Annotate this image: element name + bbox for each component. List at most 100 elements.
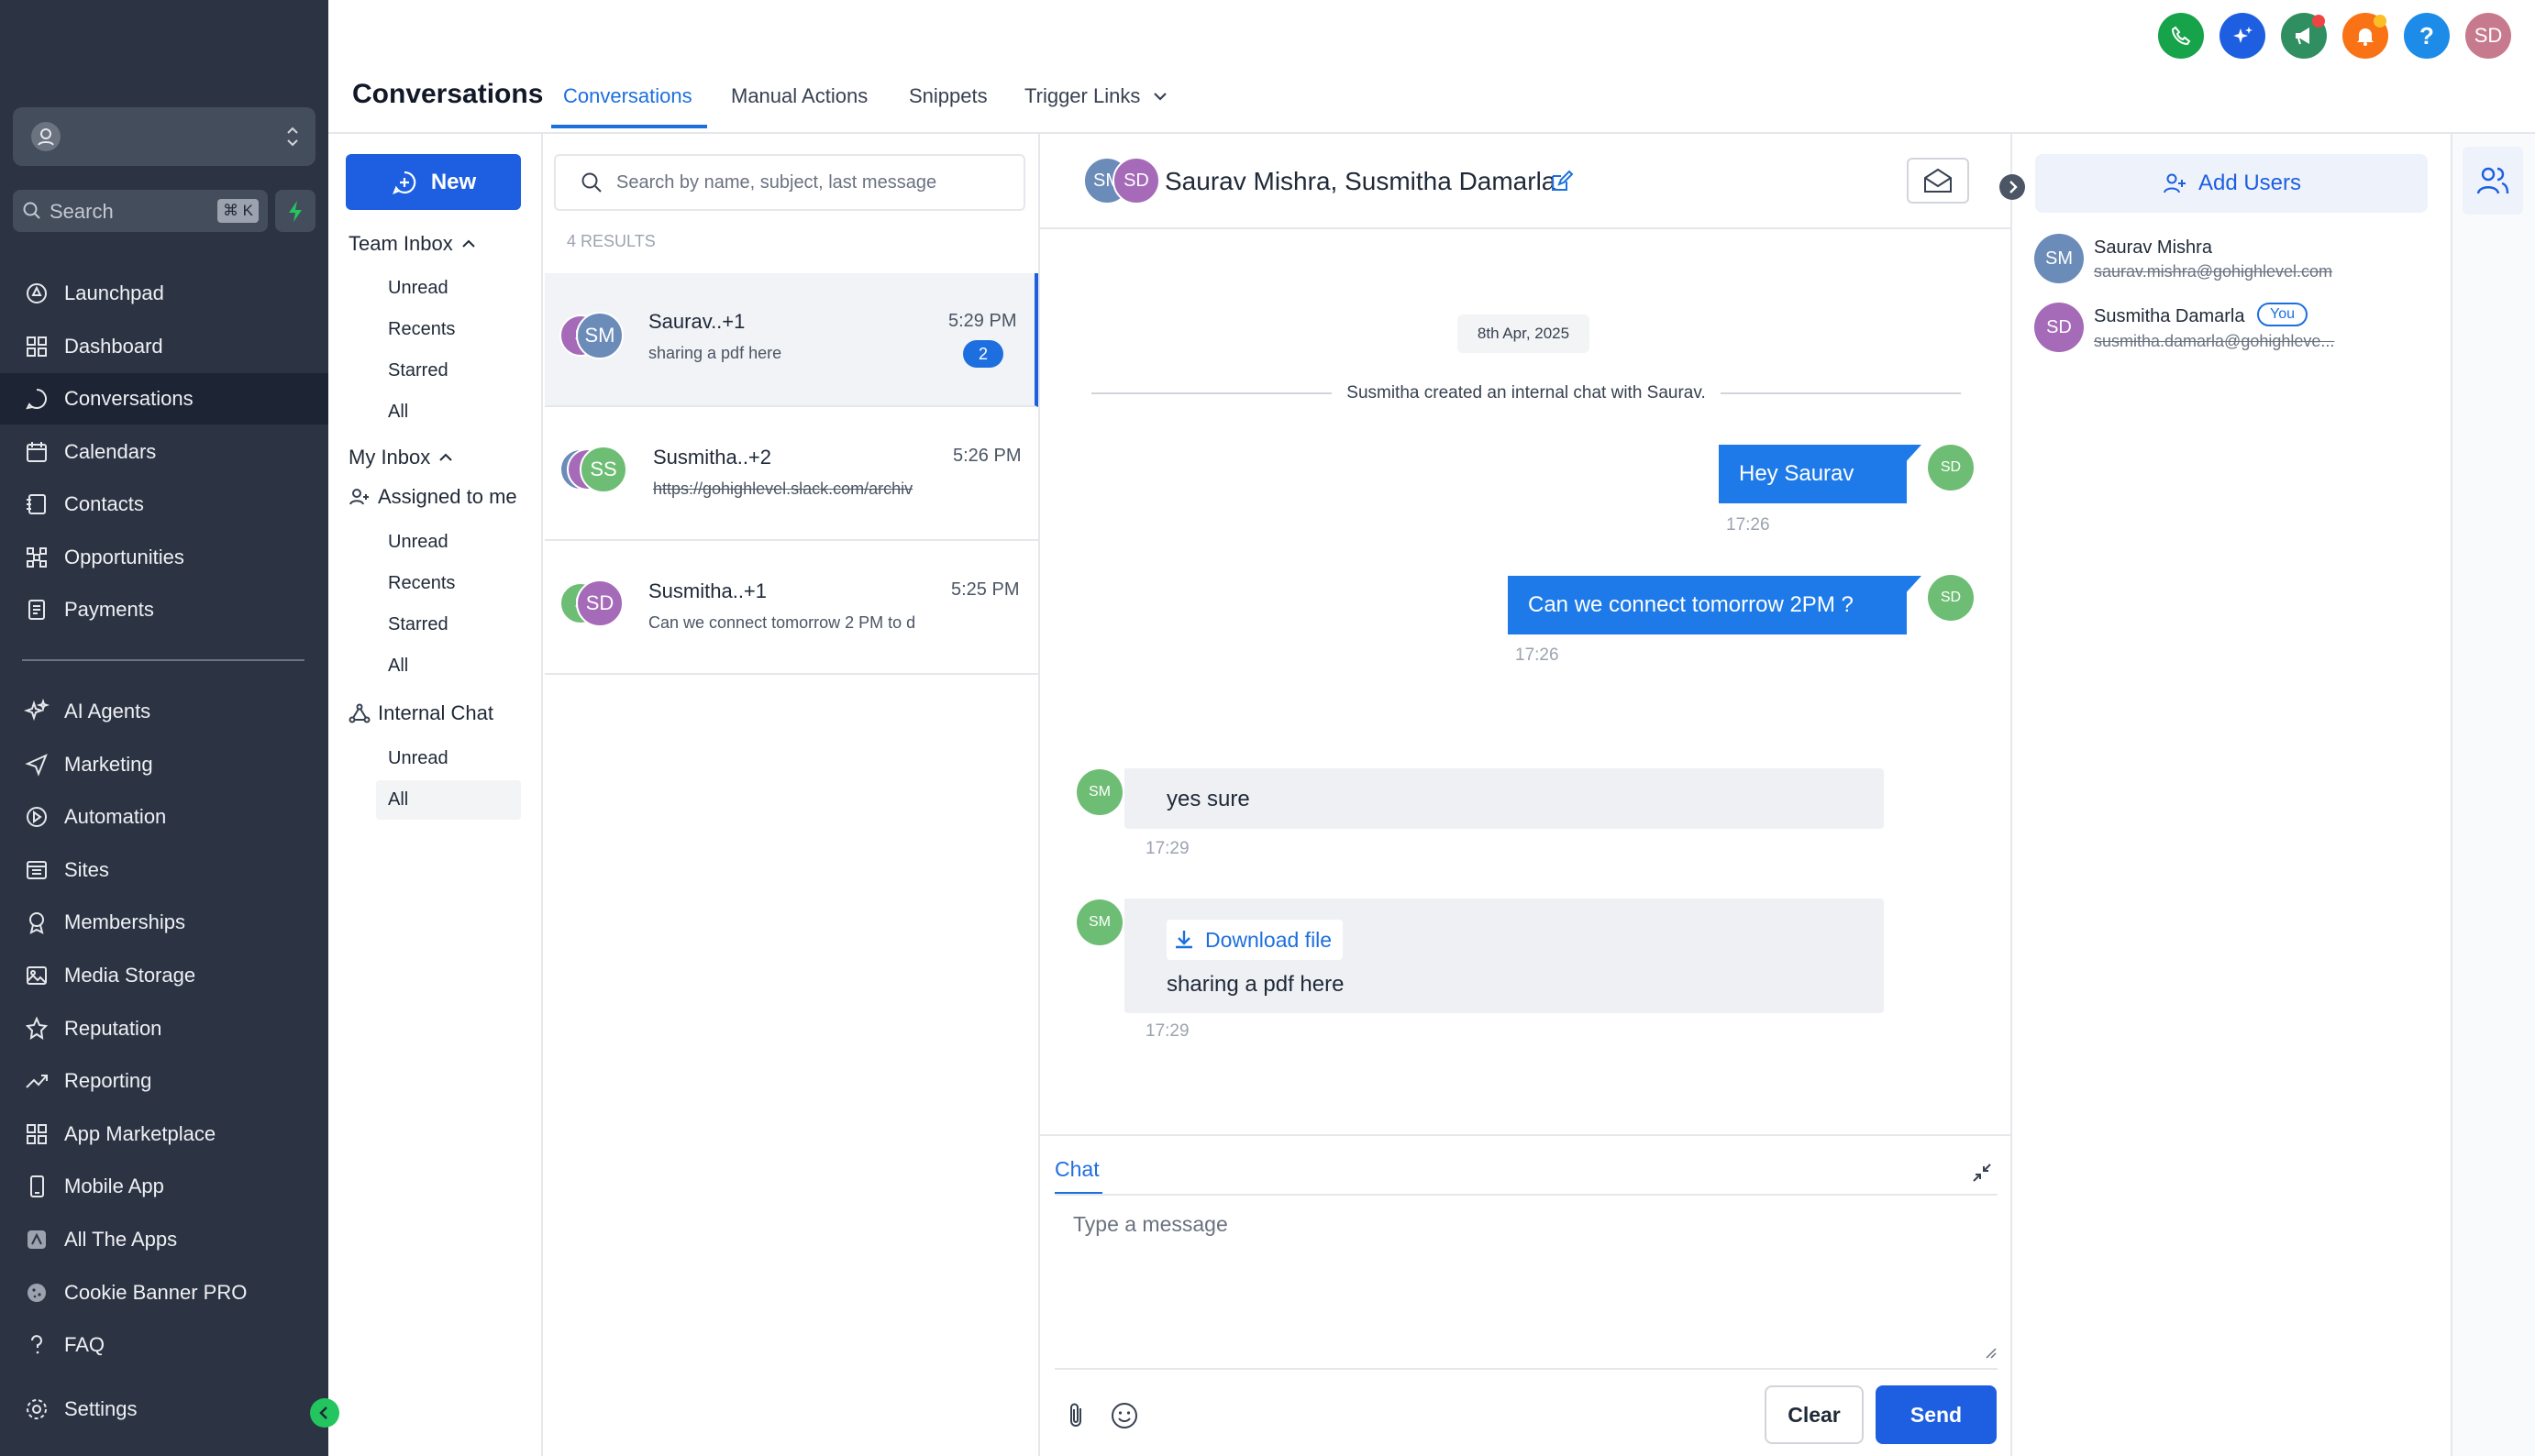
sidebar-item-reporting[interactable]: Reporting	[0, 1055, 328, 1107]
tab-trigger-links[interactable]: Trigger Links	[1024, 84, 1169, 108]
system-message: Susmitha created an internal chat with S…	[1091, 383, 1961, 403]
resize-handle-icon[interactable]	[1984, 1346, 1997, 1359]
team-inbox-starred[interactable]: Starred	[388, 360, 448, 381]
sidebar-item-label: AI Agents	[64, 700, 151, 722]
assigned-label: Assigned to me	[378, 485, 517, 508]
paperclip-icon	[1070, 1403, 1081, 1427]
team-inbox-label: Team Inbox	[349, 232, 453, 255]
phone-button[interactable]	[2158, 13, 2204, 59]
sidebar-item-cookie-banner-pro[interactable]: Cookie Banner PRO	[0, 1267, 328, 1318]
chevron-updown-icon	[284, 124, 301, 149]
sidebar-item-label: Settings	[64, 1397, 138, 1420]
tab-snippets[interactable]: Snippets	[909, 84, 988, 108]
sidebar-item-settings[interactable]: Settings	[0, 1384, 328, 1435]
quick-actions-button[interactable]	[275, 190, 315, 232]
sidebar-item-contacts[interactable]: Contacts	[0, 479, 328, 530]
tab-conversations[interactable]: Conversations	[563, 84, 692, 108]
my-inbox-label: My Inbox	[349, 446, 431, 469]
user-avatar[interactable]: SD	[2465, 13, 2511, 59]
team-inbox-recents[interactable]: Recents	[388, 319, 455, 340]
my-inbox-starred[interactable]: Starred	[388, 614, 448, 635]
rocket-icon	[27, 283, 47, 303]
emoji-icon	[1112, 1403, 1137, 1428]
column-divider	[541, 134, 543, 1456]
chat-plus-icon	[392, 171, 416, 194]
sidebar-item-label: Marketing	[64, 752, 153, 776]
emoji-button[interactable]	[1110, 1401, 1139, 1430]
sidebar-item-faq[interactable]: FAQ	[0, 1319, 328, 1371]
award-icon	[29, 912, 44, 935]
sidebar-item-memberships[interactable]: Memberships	[0, 897, 328, 948]
conversation-time: 5:29 PM	[948, 311, 1017, 331]
my-inbox-toggle[interactable]: My Inbox	[349, 446, 454, 469]
composer-tab-chat[interactable]: Chat	[1055, 1157, 1100, 1182]
sidebar-search[interactable]: Search ⌘ K	[13, 190, 268, 232]
sidebar-item-media-storage[interactable]: Media Storage	[0, 950, 328, 1001]
sidebar-item-sites[interactable]: Sites	[0, 844, 328, 896]
sidebar-item-launchpad[interactable]: Launchpad	[0, 268, 328, 319]
sidebar-item-label: Calendars	[64, 439, 157, 463]
email-transcript-button[interactable]	[1907, 158, 1969, 204]
sidebar-item-conversations[interactable]: Conversations	[0, 373, 328, 425]
my-inbox-all[interactable]: All	[388, 656, 408, 677]
collapse-composer-button[interactable]	[1970, 1161, 1994, 1185]
conversation-item[interactable]: S SM Saurav..+1 sharing a pdf here 5:29 …	[545, 273, 1038, 407]
edit-icon	[1552, 170, 1574, 191]
conversation-item[interactable]: S SD Susmitha..+1 Can we connect tomorro…	[545, 541, 1038, 675]
edit-title-button[interactable]	[1548, 169, 1574, 194]
conversation-item[interactable]: SS Susmitha..+2 https://gohighlevel.slac…	[545, 407, 1038, 541]
sidebar-item-calendars[interactable]: Calendars	[0, 426, 328, 478]
toggle-details-button[interactable]	[1999, 174, 2025, 200]
conversation-search[interactable]: Search by name, subject, last message	[554, 154, 1025, 211]
apps-icon	[27, 1123, 47, 1144]
sidebar-item-mobile-app[interactable]: Mobile App	[0, 1161, 328, 1212]
internal-chat-unread[interactable]: Unread	[388, 748, 448, 769]
sidebar-item-reputation[interactable]: Reputation	[0, 1003, 328, 1054]
header-divider	[328, 132, 2535, 134]
sidebar-item-ai-agents[interactable]: AI Agents	[0, 686, 328, 737]
ai-assist-button[interactable]	[2220, 13, 2265, 59]
new-conversation-button[interactable]: New	[346, 154, 521, 210]
send-button[interactable]: Send	[1876, 1385, 1997, 1444]
team-inbox-toggle[interactable]: Team Inbox	[349, 232, 477, 256]
sidebar-item-dashboard[interactable]: Dashboard	[0, 321, 328, 372]
sidebar-item-automation[interactable]: Automation	[0, 791, 328, 843]
sidebar-collapse-button[interactable]	[310, 1398, 339, 1428]
sidebar-item-label: Dashboard	[64, 334, 163, 358]
participants-tab[interactable]	[2463, 147, 2523, 215]
internal-chat-toggle[interactable]: Internal Chat	[349, 701, 493, 725]
play-icon	[27, 807, 47, 828]
internal-chat-all[interactable]: All	[388, 789, 408, 811]
notifications-button[interactable]	[2342, 13, 2388, 59]
sidebar-item-label: App Marketplace	[64, 1121, 216, 1145]
my-inbox-unread[interactable]: Unread	[388, 532, 448, 553]
sidebar-item-opportunities[interactable]: Opportunities	[0, 532, 328, 583]
sidebar-item-app-marketplace[interactable]: App Marketplace	[0, 1109, 328, 1160]
chevron-up-icon	[439, 453, 452, 461]
bubble-tail	[1903, 576, 1921, 596]
sidebar-item-marketing[interactable]: Marketing	[0, 739, 328, 790]
my-inbox-recents[interactable]: Recents	[388, 573, 455, 594]
sidebar-item-label: Mobile App	[64, 1175, 164, 1198]
tab-manual-actions[interactable]: Manual Actions	[731, 84, 868, 108]
attach-button[interactable]	[1064, 1401, 1090, 1430]
announcements-button[interactable]	[2281, 13, 2327, 59]
message-input[interactable]	[1055, 1197, 1999, 1362]
composer-bottom-rule	[1055, 1368, 1998, 1370]
sidebar-item-all-the-apps[interactable]: All The Apps	[0, 1214, 328, 1265]
sidebar-divider	[22, 659, 304, 661]
composer-divider	[1040, 1134, 2010, 1136]
add-users-button[interactable]: Add Users	[2035, 154, 2428, 213]
conversation-preview: https://gohighlevel.slack.com/archiv	[653, 480, 913, 498]
clear-button[interactable]: Clear	[1765, 1385, 1864, 1444]
download-file-button[interactable]: Download file	[1167, 920, 1343, 960]
location-switcher[interactable]	[13, 107, 315, 166]
phone-icon	[30, 1175, 44, 1198]
help-button[interactable]: ?	[2404, 13, 2450, 59]
team-inbox-all[interactable]: All	[388, 402, 408, 423]
sidebar-item-payments[interactable]: Payments	[0, 584, 328, 635]
team-inbox-unread[interactable]: Unread	[388, 278, 448, 299]
conversation-preview: sharing a pdf here	[648, 344, 782, 362]
assigned-to-me[interactable]: Assigned to me	[349, 485, 517, 509]
bolt-icon	[289, 201, 302, 222]
